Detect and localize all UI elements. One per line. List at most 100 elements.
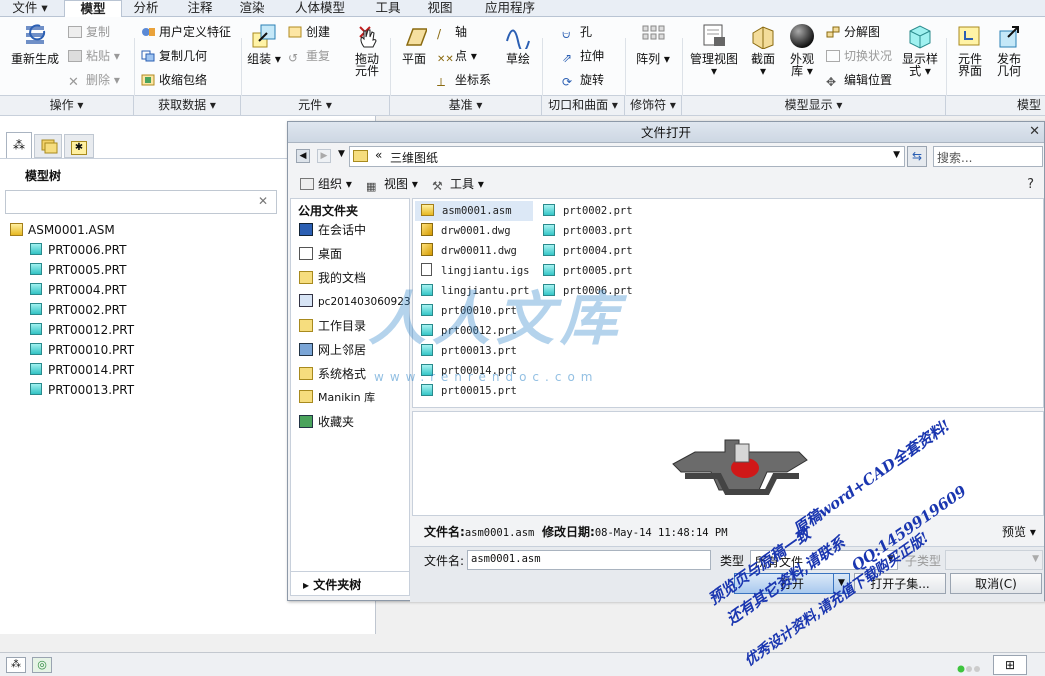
- toggle-status-button[interactable]: 切换状况: [826, 48, 892, 64]
- tab-view[interactable]: 视图: [420, 0, 460, 17]
- file-item[interactable]: prt00015.prt: [421, 381, 517, 401]
- tree-item-part[interactable]: PRT00014.PRT: [30, 361, 134, 379]
- file-item[interactable]: prt0005.prt: [543, 261, 633, 281]
- back-icon[interactable]: ◀: [296, 149, 310, 163]
- extrude-button[interactable]: ⇗ 拉伸: [562, 48, 604, 65]
- model-tree-tab-icon[interactable]: ⁂: [6, 132, 32, 158]
- explode-view-button[interactable]: 分解图: [826, 24, 880, 40]
- axis-button[interactable]: / 轴: [437, 24, 467, 41]
- tree-item-part[interactable]: PRT0002.PRT: [30, 301, 126, 319]
- view-menu[interactable]: ▦ 视图 ▾: [366, 176, 418, 193]
- group-model-intent[interactable]: 模型: [946, 96, 1045, 116]
- file-item[interactable]: prt0002.prt: [543, 201, 633, 221]
- organize-menu[interactable]: 组织 ▾: [300, 176, 352, 192]
- model-tree-search-input[interactable]: ✕: [5, 190, 277, 214]
- place-manikin-library[interactable]: Manikin 库: [299, 387, 375, 409]
- file-item[interactable]: lingjiantu.igs: [421, 261, 530, 281]
- repeat-button[interactable]: ↺ 重复: [288, 48, 330, 65]
- cancel-button[interactable]: 取消(C): [950, 573, 1042, 594]
- assemble-button[interactable]: 组装 ▾: [246, 23, 282, 65]
- tab-tools[interactable]: 工具: [368, 0, 408, 17]
- group-get-data[interactable]: 获取数据 ▾: [134, 96, 241, 116]
- tree-item-part[interactable]: PRT0006.PRT: [30, 241, 126, 259]
- browser-toggle-icon[interactable]: ◎: [32, 657, 52, 673]
- filename-input[interactable]: asm0001.asm: [467, 550, 711, 570]
- point-button[interactable]: ✕✕点 ▾: [437, 48, 477, 65]
- file-item[interactable]: prt00012.prt: [421, 321, 517, 341]
- udf-button[interactable]: 用户定义特征: [141, 24, 231, 40]
- place-system-formats[interactable]: 系统格式: [299, 363, 366, 385]
- folder-browser-tab-icon[interactable]: [34, 134, 62, 158]
- manage-views-button[interactable]: 管理视图 ▾: [688, 23, 740, 77]
- csys-button[interactable]: ⟂ 坐标系: [437, 72, 491, 89]
- file-item[interactable]: drw00011.dwg: [421, 241, 517, 261]
- file-item[interactable]: drw0001.dwg: [421, 221, 511, 241]
- path-input[interactable]: « 三维图纸 ▼: [349, 146, 905, 167]
- tab-applications[interactable]: 应用程序: [474, 0, 546, 17]
- tools-menu[interactable]: ⚒ 工具 ▾: [432, 176, 484, 193]
- tree-item-part[interactable]: PRT00012.PRT: [30, 321, 134, 339]
- file-item[interactable]: prt00014.prt: [421, 361, 517, 381]
- display-style-button[interactable]: 显示样 式 ▾: [900, 23, 940, 77]
- tree-item-part[interactable]: PRT0004.PRT: [30, 281, 126, 299]
- file-item[interactable]: prt0003.prt: [543, 221, 633, 241]
- file-item[interactable]: asm0001.asm: [421, 201, 512, 221]
- sketch-button[interactable]: 草绘: [503, 23, 533, 65]
- file-item[interactable]: prt0006.prt: [543, 281, 633, 301]
- drag-component-button[interactable]: 拖动 元件: [350, 23, 384, 77]
- help-icon[interactable]: ?: [1027, 177, 1034, 192]
- paste-button[interactable]: 粘贴 ▾: [68, 48, 120, 64]
- selection-filter-icon[interactable]: ⊞: [993, 655, 1027, 675]
- tab-render[interactable]: 渲染: [232, 0, 272, 17]
- delete-button[interactable]: ✕ 删除 ▾: [68, 72, 120, 89]
- folder-tree-toggle[interactable]: ▸ 文件夹树: [303, 576, 361, 593]
- tab-analysis[interactable]: 分析: [126, 0, 166, 17]
- tree-item-part[interactable]: PRT0005.PRT: [30, 261, 126, 279]
- hole-button[interactable]: ⩁ 孔: [562, 24, 592, 41]
- tab-annotate[interactable]: 注释: [180, 0, 220, 17]
- group-component[interactable]: 元件 ▾: [241, 96, 390, 116]
- preview-toggle[interactable]: 预览 ▾: [1002, 523, 1036, 540]
- place-desktop[interactable]: 桌面: [299, 243, 342, 265]
- publish-geometry-button[interactable]: 发布 几何: [994, 23, 1024, 77]
- regenerate-button[interactable]: 重新生成: [8, 23, 62, 65]
- section-button[interactable]: 截面 ▾: [747, 23, 779, 77]
- plane-button[interactable]: 平面: [397, 23, 431, 65]
- search-input[interactable]: 搜索...: [933, 146, 1043, 167]
- shrinkwrap-button[interactable]: 收缩包络: [141, 72, 207, 88]
- copy-geometry-button[interactable]: 复制几何: [141, 48, 207, 64]
- component-interface-button[interactable]: 元件 界面: [954, 23, 986, 77]
- group-datum[interactable]: 基准 ▾: [390, 96, 542, 116]
- forward-icon[interactable]: ▶: [317, 149, 331, 163]
- tab-model[interactable]: 模型: [64, 0, 122, 18]
- group-operations[interactable]: 操作 ▾: [0, 96, 134, 116]
- pattern-button[interactable]: 阵列 ▾: [633, 23, 673, 65]
- history-dropdown-icon[interactable]: ▼: [338, 149, 345, 159]
- file-item[interactable]: prt00013.prt: [421, 341, 517, 361]
- place-favorites[interactable]: 收藏夹: [299, 411, 354, 433]
- group-modifiers[interactable]: 修饰符 ▾: [625, 96, 682, 116]
- tree-item-part[interactable]: PRT00010.PRT: [30, 341, 134, 359]
- appearance-gallery-button[interactable]: 外观 库 ▾: [786, 23, 818, 77]
- close-icon[interactable]: ✕: [1029, 124, 1040, 139]
- tree-item-part[interactable]: PRT00013.PRT: [30, 381, 134, 399]
- copy-button[interactable]: 复制: [68, 24, 110, 40]
- place-network[interactable]: 网上邻居: [299, 339, 366, 361]
- file-item[interactable]: prt00010.prt: [421, 301, 517, 321]
- group-cut-surface[interactable]: 切口和曲面 ▾: [542, 96, 625, 116]
- tab-file[interactable]: 文件 ▾: [4, 0, 56, 17]
- refresh-icon[interactable]: ⇆: [907, 146, 927, 167]
- file-item[interactable]: prt0004.prt: [543, 241, 633, 261]
- subtype-select[interactable]: ▼: [945, 550, 1043, 570]
- group-model-display[interactable]: 模型显示 ▾: [682, 96, 946, 116]
- place-working-directory[interactable]: 工作目录: [299, 315, 366, 337]
- place-in-session[interactable]: 在会话中: [299, 219, 366, 241]
- favorites-tab-icon[interactable]: ✱: [64, 134, 94, 158]
- model-tree-toggle-icon[interactable]: ⁂: [6, 657, 26, 673]
- revolve-button[interactable]: ⟳ 旋转: [562, 72, 604, 89]
- tab-manikin[interactable]: 人体模型: [286, 0, 354, 17]
- file-item[interactable]: lingjiantu.prt: [421, 281, 530, 301]
- place-computer[interactable]: pc201403060923: [299, 291, 411, 313]
- create-button[interactable]: 创建: [288, 24, 330, 40]
- place-my-documents[interactable]: 我的文档: [299, 267, 366, 289]
